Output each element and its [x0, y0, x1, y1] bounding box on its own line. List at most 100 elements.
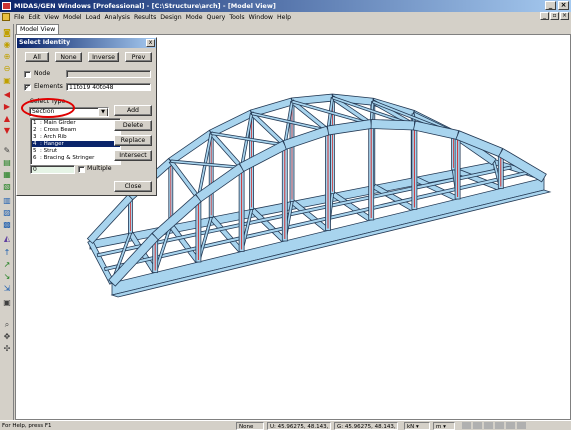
zoom-fit-icon[interactable]: ◙	[2, 28, 12, 37]
view-side-icon[interactable]: ▨	[2, 208, 12, 217]
dialog-close-icon[interactable]: x	[146, 39, 155, 47]
status-u-coords: U: 45.96275, 48.143, 0	[267, 422, 331, 430]
menu-edit[interactable]: Edit	[26, 12, 42, 23]
pencil-icon[interactable]: ✎	[2, 146, 12, 155]
zoom-window-icon[interactable]: ◉	[2, 40, 12, 49]
menu-bar: File Edit View Model Load Analysis Results Desi…	[0, 12, 571, 23]
view-front-icon[interactable]: ▥	[2, 196, 12, 205]
hidden-icon[interactable]: ▣	[2, 298, 12, 307]
view-top-icon[interactable]: ▩	[2, 220, 12, 229]
list-item[interactable]: 3 : Arch Rib	[32, 134, 120, 140]
list-item[interactable]: 1 : Main Girder	[32, 120, 120, 126]
menu-load[interactable]: Load	[84, 12, 103, 23]
app-icon[interactable]	[2, 2, 11, 10]
elements-field[interactable]: 11to19 40to48	[66, 83, 151, 91]
window-title: MIDAS/GEN Windows [Professional] - [C:\S…	[14, 2, 276, 10]
grid-icon[interactable]	[473, 422, 482, 429]
rotate-left-icon[interactable]: ◀	[2, 90, 12, 99]
ortho-icon[interactable]	[517, 422, 526, 429]
status-tool-icons	[462, 422, 568, 430]
dialog-title-text: Select Identity	[19, 39, 71, 46]
rotate-down-icon[interactable]: ▼	[2, 126, 12, 135]
menu-tools[interactable]: Tools	[227, 12, 246, 23]
status-node: None	[236, 422, 264, 430]
menu-model[interactable]: Model	[61, 12, 84, 23]
close-icon[interactable]: ×	[558, 1, 569, 10]
menu-results[interactable]: Results	[132, 12, 158, 23]
rotate-up-icon[interactable]: ▲	[2, 114, 12, 123]
chevron-down-icon[interactable]: ▼	[98, 108, 108, 116]
count-field[interactable]: 0	[30, 165, 75, 174]
unit-force-dropdown[interactable]: kN ▾	[404, 422, 430, 430]
document-icon[interactable]	[2, 13, 10, 21]
menu-design[interactable]: Design	[158, 12, 183, 23]
menu-file[interactable]: File	[12, 12, 26, 23]
window-title-bar: MIDAS/GEN Windows [Professional] - [C:\S…	[0, 0, 571, 12]
shrink-icon[interactable]: ⇲	[2, 284, 12, 293]
minimize-icon[interactable]: _	[545, 1, 556, 10]
status-help: For Help, press F1	[2, 423, 52, 429]
layer-icon[interactable]	[495, 422, 504, 429]
near-truss-group	[108, 119, 552, 298]
selection-highlight-circle	[21, 98, 75, 118]
multiple-label: Multiple	[87, 165, 112, 172]
menu-window[interactable]: Window	[247, 12, 275, 23]
select-window-icon[interactable]: ▦	[2, 170, 12, 179]
inverse-button[interactable]: Inverse	[88, 52, 119, 62]
mdi-close-icon[interactable]: ×	[560, 12, 569, 20]
pan-up-icon[interactable]: ↑	[2, 248, 12, 257]
add-button[interactable]: Add	[114, 105, 152, 116]
all-button[interactable]: All	[25, 52, 49, 62]
pan-icon[interactable]: ✣	[2, 344, 12, 353]
intersect-button[interactable]: Intersect	[114, 150, 152, 161]
rotate-right-icon[interactable]: ▶	[2, 102, 12, 111]
filter-icon[interactable]	[506, 422, 515, 429]
iso-view-icon[interactable]: ◭	[2, 234, 12, 243]
magnifier-icon[interactable]: ⌕	[2, 320, 12, 329]
node-label: Node	[34, 70, 51, 77]
zoom-in-icon[interactable]: ⊕	[2, 52, 12, 61]
menu-mode[interactable]: Mode	[184, 12, 205, 23]
close-button[interactable]: Close	[114, 181, 152, 192]
snap-icon[interactable]	[484, 422, 493, 429]
pan-right-icon[interactable]: ↗	[2, 260, 12, 269]
mdi-restore-icon[interactable]: ▫	[550, 12, 559, 20]
list-item[interactable]: 5 : Strut	[32, 148, 120, 154]
elements-checkbox[interactable]: ✓	[24, 84, 31, 91]
tab-bar	[15, 24, 571, 34]
list-item[interactable]: 2 : Cross Beam	[32, 127, 120, 133]
pan-left-icon[interactable]: ↘	[2, 272, 12, 281]
zoom-out-icon[interactable]: ⊖	[2, 64, 12, 73]
near-arch-rib[interactable]	[370, 119, 415, 131]
prev-button[interactable]: Prev	[125, 52, 152, 62]
type-list[interactable]: 1 : Main Girder 2 : Cross Beam 3 : Arch …	[30, 118, 121, 165]
zoom-previous-icon[interactable]: ▣	[2, 76, 12, 85]
node-checkbox[interactable]	[24, 71, 31, 78]
list-item-selected[interactable]: 4 : Hanger	[32, 141, 120, 147]
left-toolbar: ◙ ◉ ⊕ ⊖ ▣ ◀ ▶ ▲ ▼ ✎ ▤ ▦ ▧ ▥ ▨ ▩ ◭ ↑ ↗ ↘ …	[0, 24, 14, 420]
mdi-window-buttons: _ ▫ ×	[539, 12, 569, 23]
menu-analysis[interactable]: Analysis	[102, 12, 132, 23]
strut[interactable]	[168, 159, 201, 200]
multiple-checkbox[interactable]	[78, 166, 85, 173]
list-item[interactable]: 6 : Bracing & Stringer	[32, 155, 120, 161]
menu-view[interactable]: View	[42, 12, 61, 23]
copy-icon[interactable]	[462, 422, 471, 429]
select-polygon-icon[interactable]: ▧	[2, 182, 12, 191]
unit-length-dropdown[interactable]: m ▾	[433, 422, 455, 430]
select-identity-dialog: Select Identity x All None Inverse Prev …	[16, 37, 157, 196]
status-g-coords: G: 45.96275, 48.143, 0	[334, 422, 398, 430]
status-bar: For Help, press F1 None U: 45.96275, 48.…	[0, 420, 571, 430]
elements-label: Elements	[34, 83, 63, 90]
replace-button[interactable]: Replace	[114, 135, 152, 146]
menu-help[interactable]: Help	[275, 12, 293, 23]
tab-model-view[interactable]: Model View	[16, 24, 60, 34]
dialog-title: Select Identity	[17, 38, 156, 48]
menu-query[interactable]: Query	[205, 12, 228, 23]
none-button[interactable]: None	[55, 52, 82, 62]
node-field[interactable]	[66, 70, 151, 78]
delete-button[interactable]: Delete	[114, 120, 152, 131]
move-icon[interactable]: ✥	[2, 332, 12, 341]
mdi-minimize-icon[interactable]: _	[540, 12, 549, 20]
select-icon[interactable]: ▤	[2, 158, 12, 167]
